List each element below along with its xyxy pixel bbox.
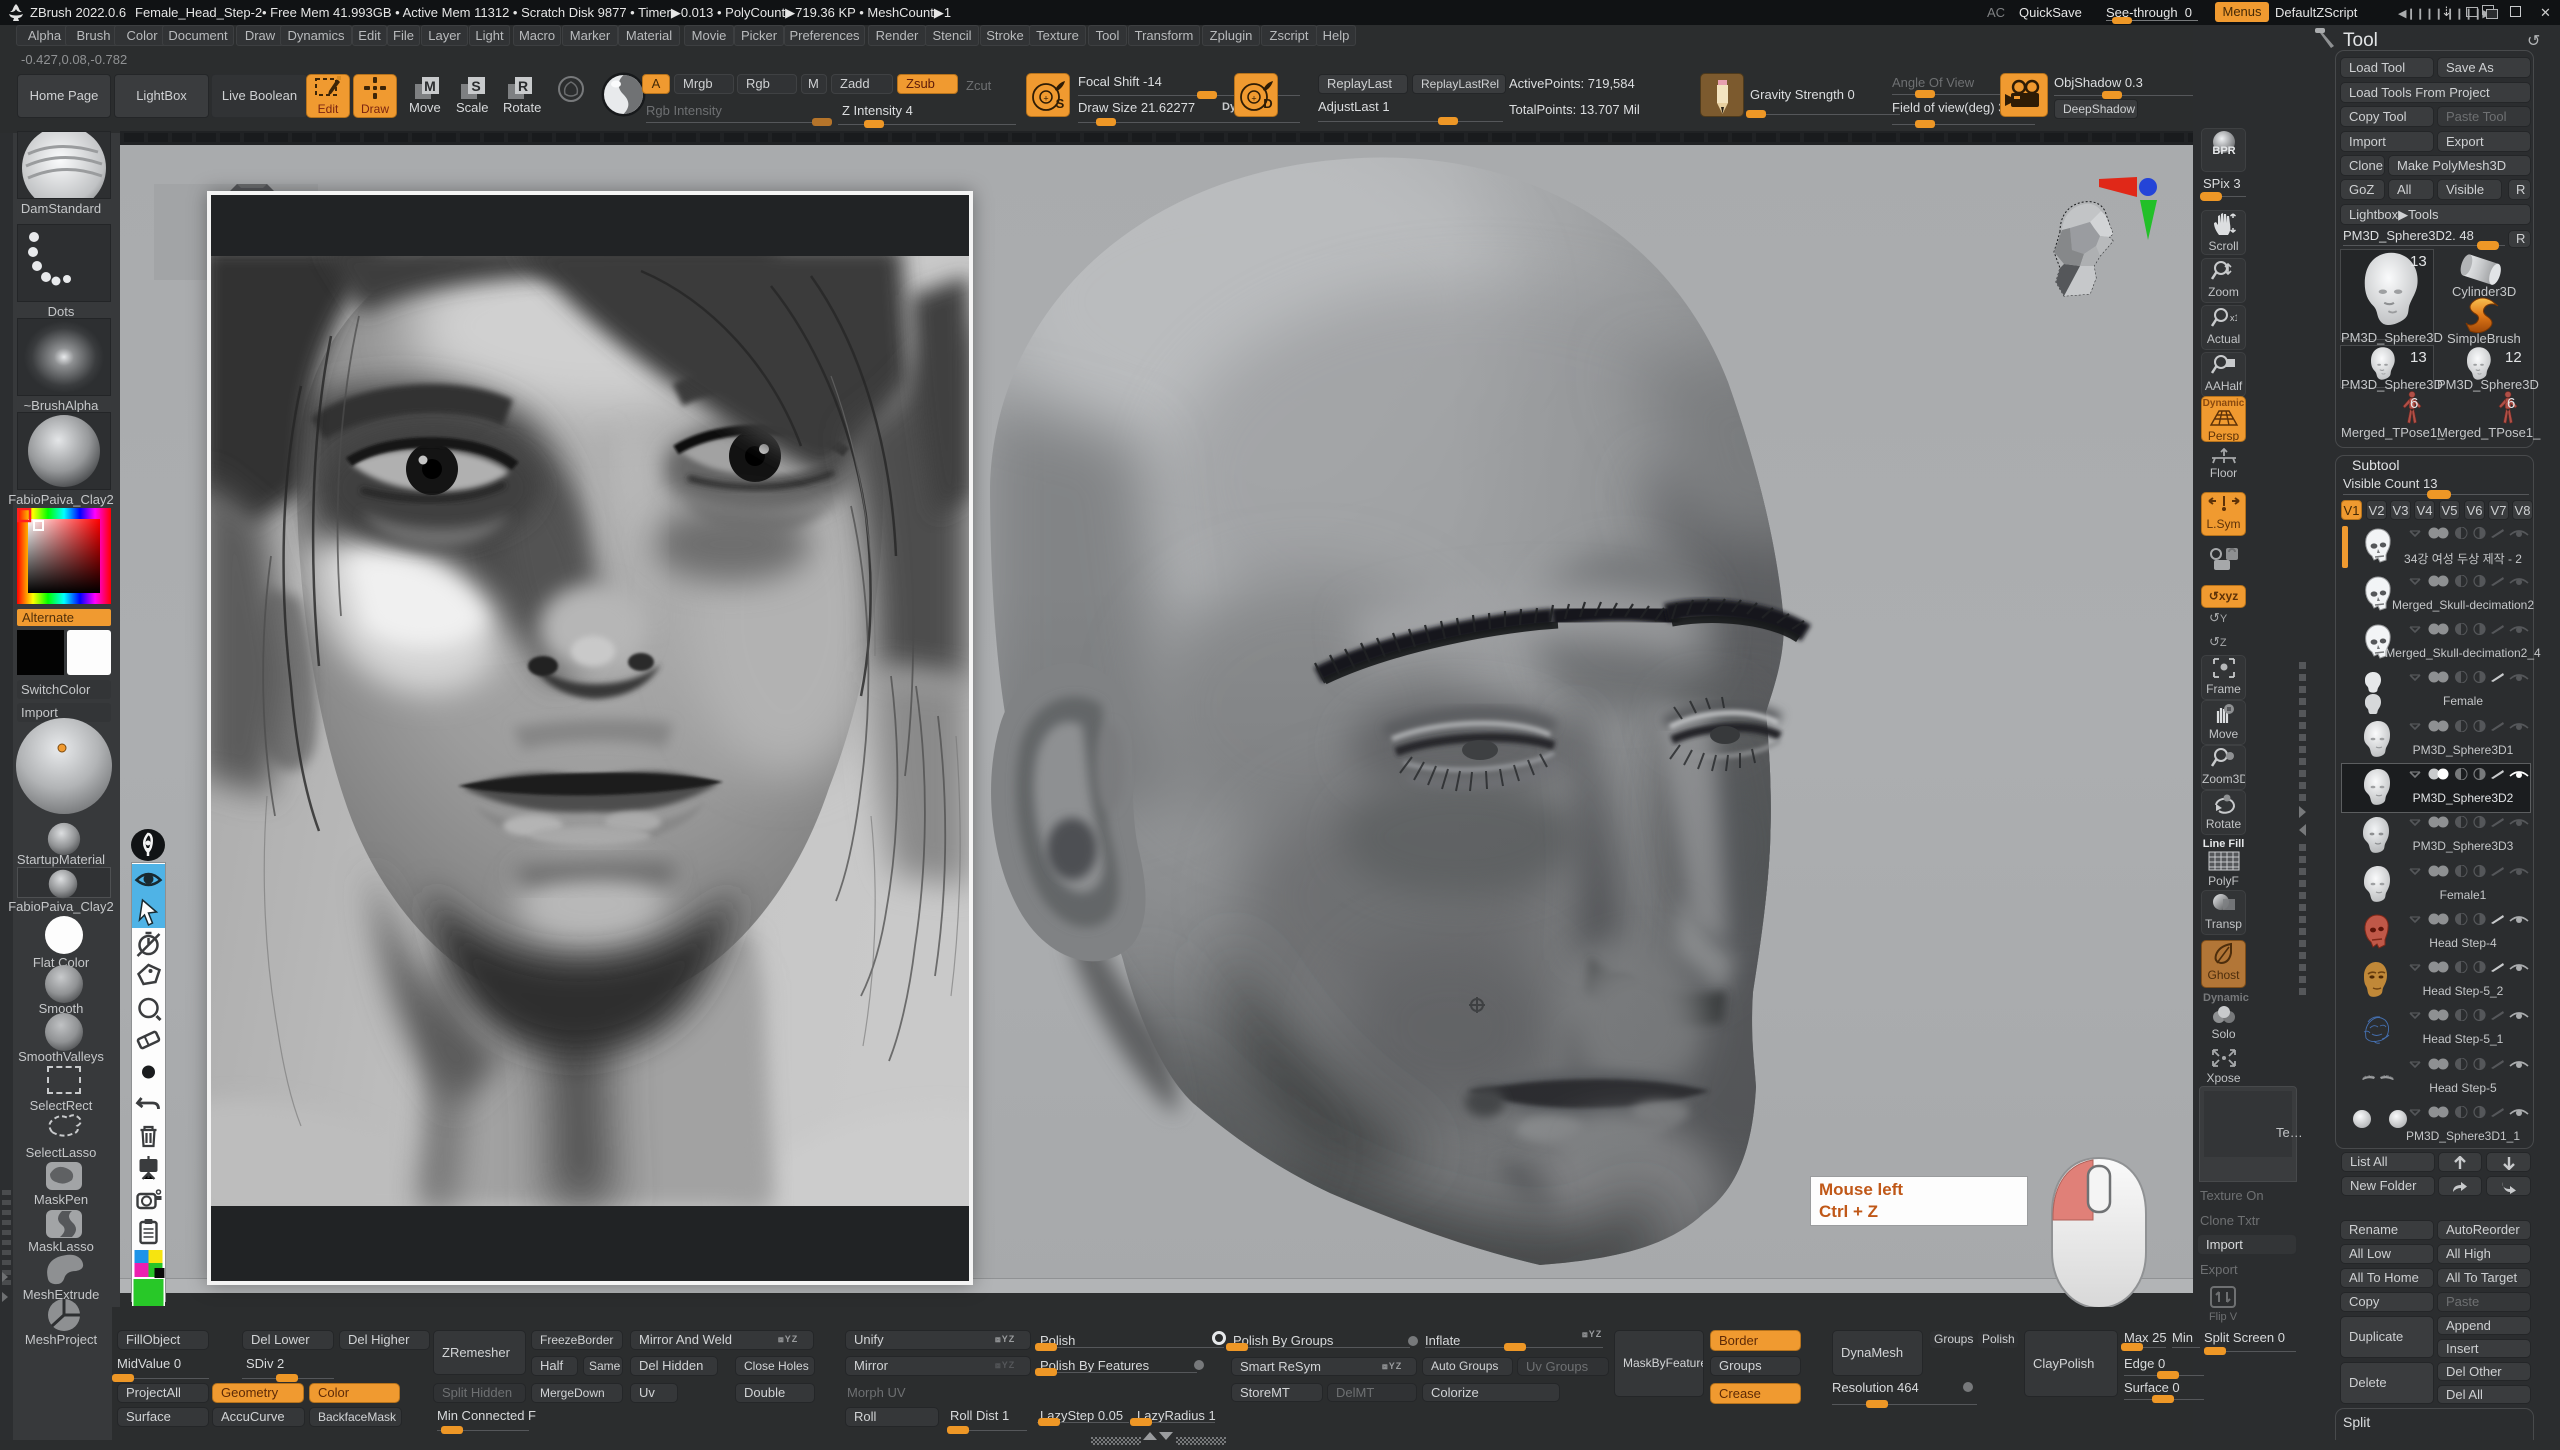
svg-text:D: D <box>1263 96 1272 111</box>
svg-text:+: + <box>1251 94 1256 104</box>
svg-text:x1: x1 <box>2230 313 2237 323</box>
svg-text:R: R <box>518 78 528 94</box>
svg-text:BPR: BPR <box>2212 145 2235 157</box>
svg-text:S: S <box>1056 96 1065 111</box>
svg-text:+: + <box>1043 94 1048 104</box>
svg-text:M: M <box>424 78 436 94</box>
svg-text:S: S <box>471 78 480 94</box>
